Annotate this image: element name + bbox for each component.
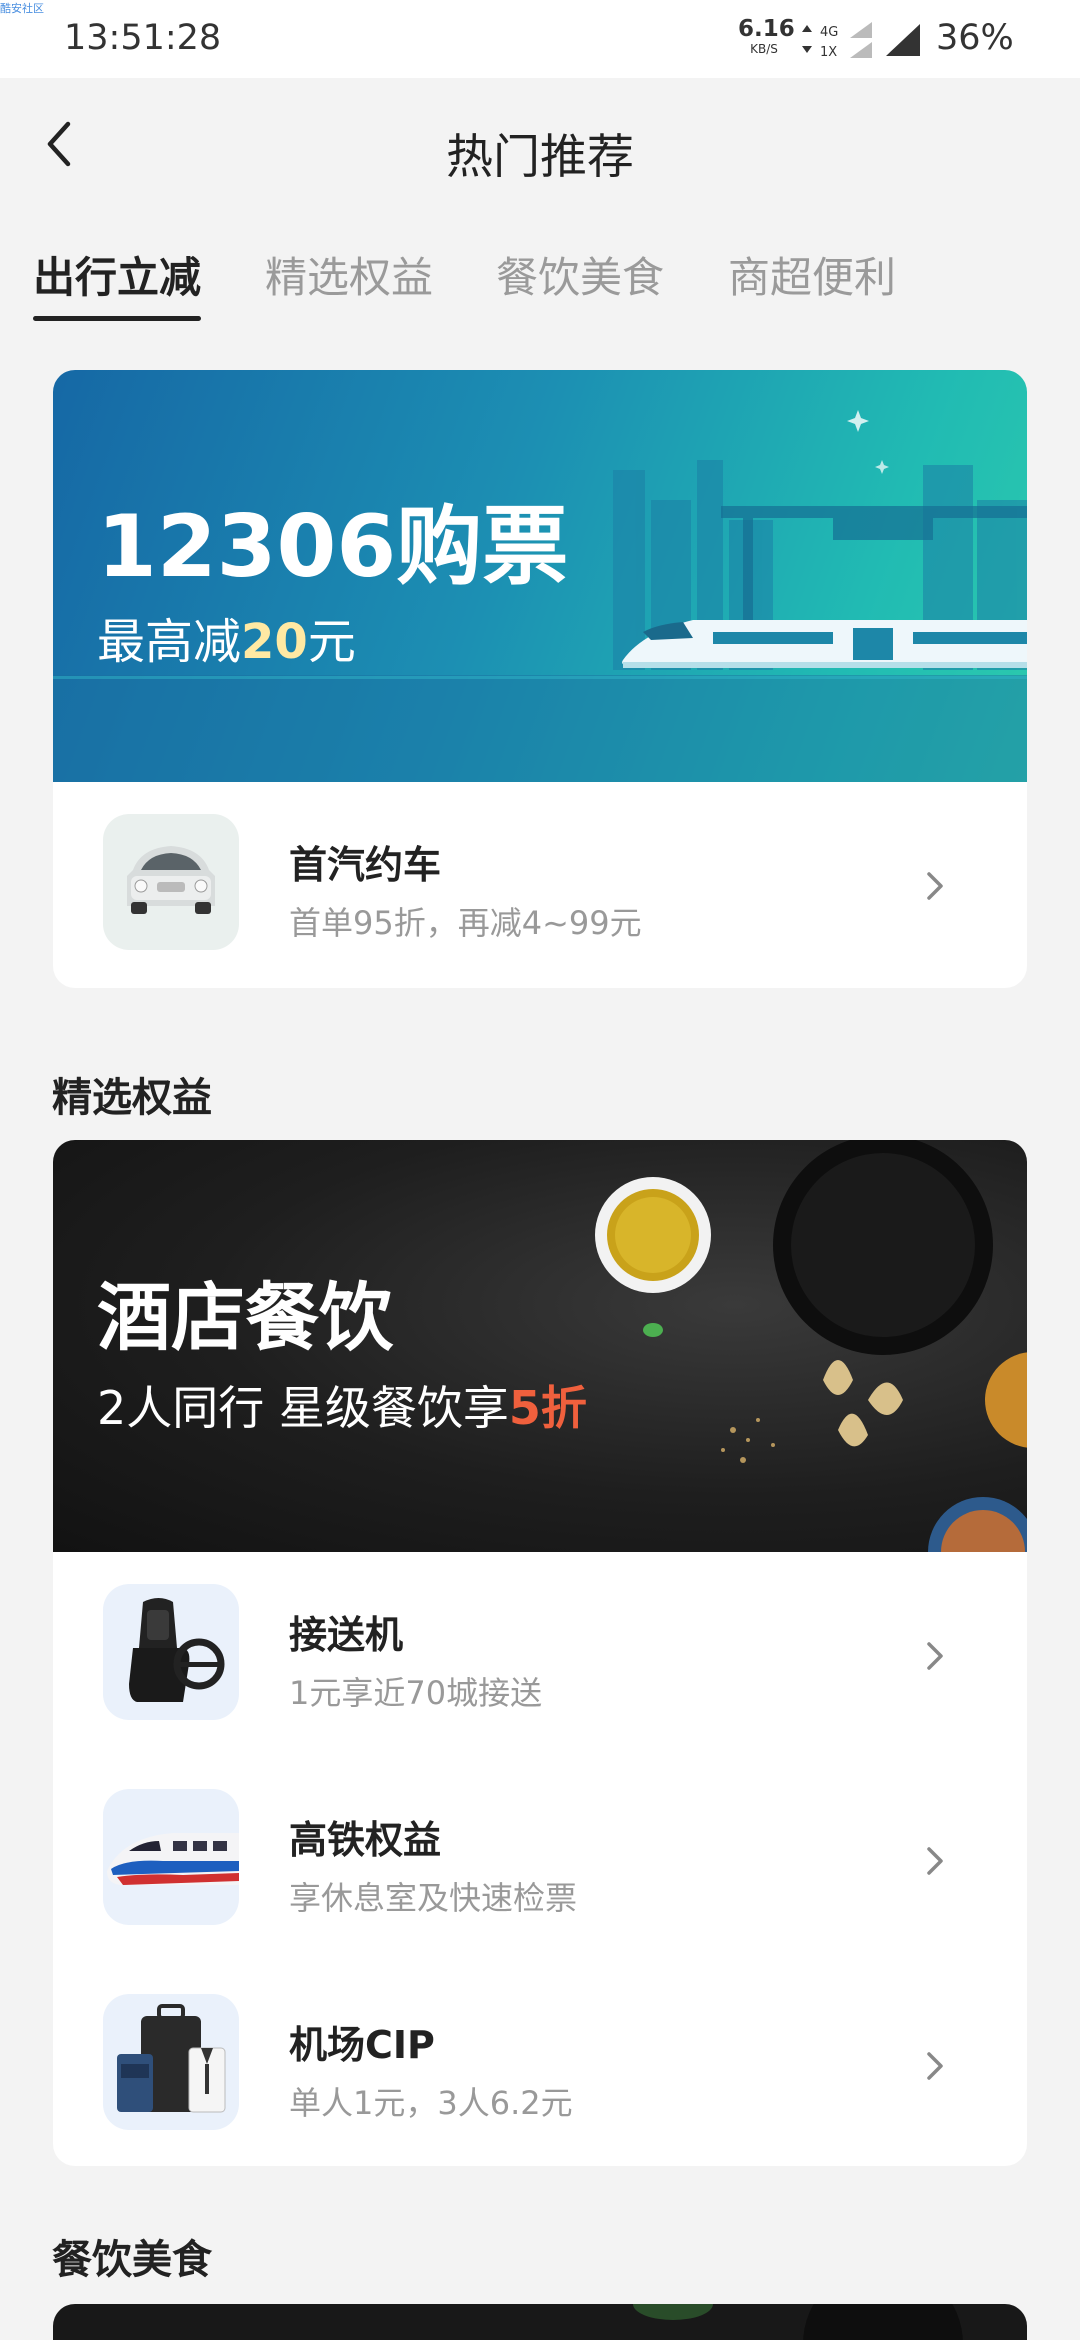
- tab-chuxing[interactable]: 出行立减: [33, 244, 201, 305]
- network-speed-value: 6.16: [738, 16, 795, 42]
- chevron-right-icon: [927, 1847, 943, 1875]
- status-bar: 酷安社区 13:51:28 6.16 KB/S 4G 1X 36%: [0, 0, 1080, 78]
- network-type-icon: 4G 1X: [800, 20, 878, 60]
- tab-jingxuan[interactable]: 精选权益: [265, 244, 433, 305]
- hotel-dining-banner[interactable]: 酒店餐饮 2人同行 星级餐饮享5折: [53, 1140, 1027, 1552]
- network-speed: 6.16 KB/S: [738, 16, 795, 56]
- banner-subtitle: 最高减20元: [97, 602, 356, 672]
- dining-card[interactable]: [53, 2304, 1027, 2340]
- section-title: 餐饮美食: [52, 2237, 212, 2283]
- status-time: 13:51:28: [64, 18, 222, 58]
- car-icon: [103, 814, 239, 950]
- list-item[interactable]: 高铁权益 享休息室及快速检票: [53, 1757, 1027, 1962]
- item-title: 机场CIP: [289, 2023, 435, 2067]
- page-title: 热门推荐: [446, 130, 634, 185]
- banner-highlight: 5折: [508, 1381, 587, 1435]
- banner-title: 12306购票: [97, 497, 569, 597]
- tab-shangchao[interactable]: 商超便利: [728, 244, 896, 305]
- banner-highlight: 20: [241, 614, 308, 670]
- item-title: 首汽约车: [289, 843, 442, 887]
- bullet-train-icon: [103, 1789, 239, 1925]
- item-subtitle: 单人1元，3人6.2元: [289, 2084, 573, 2122]
- battery-level: 36%: [936, 18, 1014, 58]
- train-ticket-banner[interactable]: 12306购票 最高减20元: [53, 370, 1027, 782]
- section-title: 精选权益: [52, 1075, 212, 1121]
- signal-icon: [884, 22, 922, 62]
- banner-subtitle: 2人同行 星级餐饮享5折: [97, 1372, 587, 1438]
- list-item[interactable]: 首汽约车 首单95折，再减4~99元: [53, 782, 1027, 987]
- travel-card: 12306购票 最高减20元 首汽约车 首单95折，再减4~99元: [53, 370, 1027, 988]
- item-subtitle: 享休息室及快速检票: [289, 1879, 578, 1917]
- chevron-right-icon: [927, 1642, 943, 1670]
- banner-subtitle-prefix: 最高减: [97, 614, 242, 670]
- category-tabs: 出行立减 精选权益 餐饮美食 商超便利: [0, 222, 1080, 322]
- network-top-label: 4G: [820, 25, 838, 40]
- item-title: 高铁权益: [289, 1818, 442, 1862]
- nav-bar: 热门推荐: [0, 78, 1080, 208]
- chevron-right-icon: [927, 2052, 943, 2080]
- network-speed-unit: KB/S: [750, 42, 778, 56]
- network-bottom-label: 1X: [820, 45, 837, 60]
- item-title: 接送机: [289, 1613, 404, 1657]
- car-seat-icon: [103, 1584, 239, 1720]
- list-item[interactable]: 接送机 1元享近70城接送: [53, 1552, 1027, 1757]
- chevron-right-icon: [927, 872, 943, 900]
- list-item[interactable]: 机场CIP 单人1元，3人6.2元: [53, 1962, 1027, 2166]
- watermark: 酷安社区: [0, 2, 44, 15]
- banner-title: 酒店餐饮: [97, 1275, 393, 1361]
- banner-subtitle-prefix: 2人同行 星级餐饮享: [97, 1381, 509, 1435]
- dining-banner-image: [633, 2304, 963, 2340]
- tab-canyin[interactable]: 餐饮美食: [496, 244, 664, 305]
- benefits-card: 酒店餐饮 2人同行 星级餐饮享5折 接送机 1元享近70城接送 高铁权益 享休息…: [53, 1140, 1027, 2166]
- luggage-icon: [103, 1994, 239, 2130]
- item-subtitle: 首单95折，再减4~99元: [289, 904, 642, 942]
- banner-subtitle-suffix: 元: [307, 614, 356, 670]
- item-subtitle: 1元享近70城接送: [289, 1674, 543, 1712]
- tab-active-indicator: [33, 316, 201, 321]
